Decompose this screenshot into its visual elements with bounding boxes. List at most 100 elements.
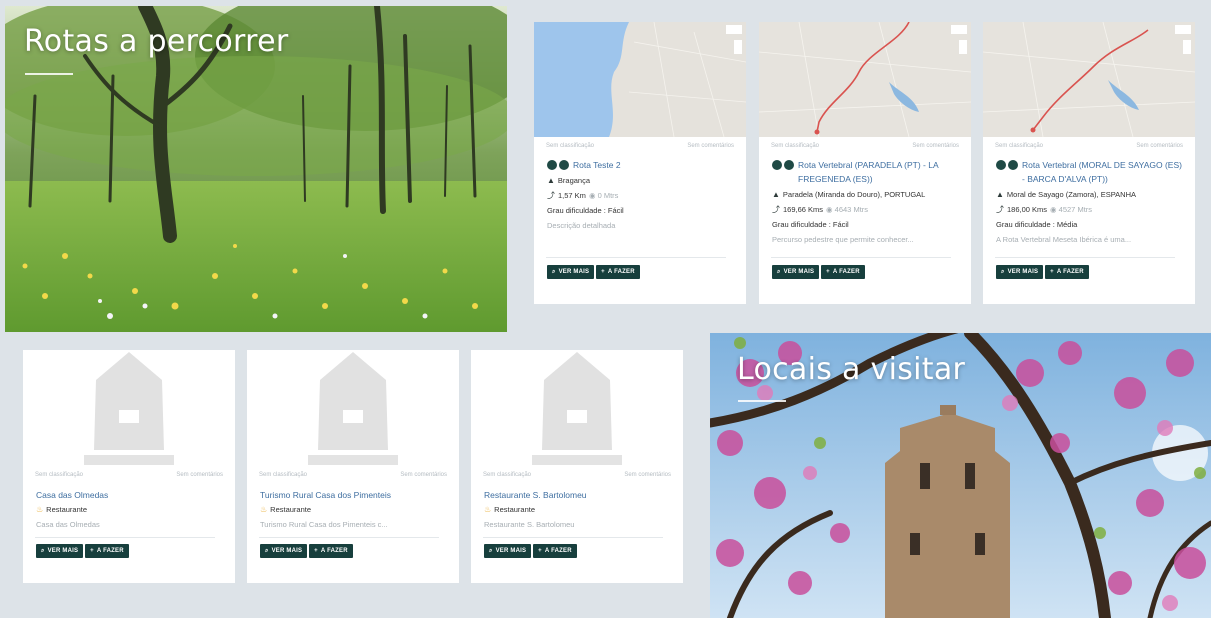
plus-icon: + bbox=[1050, 269, 1054, 275]
comments-status: Sem comentários bbox=[624, 472, 671, 478]
place-description: Restaurante S. Bartolomeu bbox=[484, 520, 575, 529]
search-icon: ⌕ bbox=[41, 547, 45, 554]
view-more-button[interactable]: ⌕ VER MAIS bbox=[996, 265, 1044, 279]
card-meta: Sem classificação Sem comentários bbox=[995, 143, 1183, 149]
route-difficulty: Grau dificuldade : Média bbox=[996, 220, 1078, 229]
places-title-underline bbox=[738, 400, 786, 402]
search-icon: ⌕ bbox=[1001, 268, 1005, 275]
route-description: Percurso pedestre que permite conhecer..… bbox=[772, 235, 914, 244]
walk-icon bbox=[547, 160, 557, 170]
route-icon: ⤴ bbox=[996, 205, 1004, 214]
route-altitude: 4643 Mtrs bbox=[834, 205, 869, 214]
view-more-button[interactable]: ⌕ VER MAIS bbox=[484, 544, 532, 558]
walk-icon bbox=[772, 160, 782, 170]
place-title-link[interactable]: Turismo Rural Casa dos Pimenteis bbox=[260, 488, 447, 502]
route-map[interactable] bbox=[983, 22, 1195, 137]
rating-status: Sem classificação bbox=[259, 472, 308, 478]
bike-icon bbox=[559, 160, 569, 170]
comments-status: Sem comentários bbox=[176, 472, 223, 478]
route-card[interactable]: Sem classificação Sem comentários Rota T… bbox=[534, 22, 746, 304]
route-location: Paradela (Miranda do Douro), PORTUGAL bbox=[782, 190, 926, 199]
plus-icon: + bbox=[90, 548, 94, 554]
rating-status: Sem classificação bbox=[35, 472, 84, 478]
comments-status: Sem comentários bbox=[912, 143, 959, 149]
card-meta: Sem classificação Sem comentários bbox=[483, 472, 671, 478]
routes-title-underline bbox=[25, 73, 73, 75]
altitude-icon: ◉ bbox=[1050, 205, 1057, 214]
altitude-icon: ◉ bbox=[588, 191, 596, 200]
plus-icon: + bbox=[538, 548, 542, 554]
place-category: Restaurante bbox=[494, 505, 536, 514]
card-divider bbox=[483, 537, 663, 538]
places-hero-image[interactable]: Locais a visitar bbox=[710, 333, 1211, 618]
view-more-button[interactable]: ⌕ VER MAIS bbox=[260, 544, 308, 558]
place-description: Turismo Rural Casa dos Pimenteis c... bbox=[260, 520, 388, 529]
place-card[interactable]: Sem classificação Sem comentários Restau… bbox=[471, 350, 683, 583]
route-map[interactable] bbox=[534, 22, 746, 137]
route-icon: ⤴ bbox=[547, 191, 555, 200]
add-todo-button[interactable]: + A FAZER bbox=[309, 544, 353, 558]
placeholder-bar bbox=[84, 455, 174, 465]
place-description: Casa das Olmedas bbox=[36, 520, 100, 529]
search-icon: ⌕ bbox=[265, 547, 269, 554]
add-todo-button[interactable]: + A FAZER bbox=[85, 544, 129, 558]
bike-icon bbox=[784, 160, 794, 170]
place-title-link[interactable]: Restaurante S. Bartolomeu bbox=[484, 488, 671, 502]
map-thumbnail bbox=[983, 22, 1195, 137]
place-card[interactable]: Sem classificação Sem comentários Turism… bbox=[247, 350, 459, 583]
place-title-link[interactable]: Casa das Olmedas bbox=[36, 488, 223, 502]
card-divider bbox=[995, 257, 1175, 258]
route-difficulty: Grau dificuldade : Fácil bbox=[547, 206, 624, 215]
route-location: Moral de Sayago (Zamora), ESPANHA bbox=[1006, 190, 1136, 199]
place-card[interactable]: Sem classificação Sem comentários Casa d… bbox=[23, 350, 235, 583]
placeholder-bar bbox=[532, 455, 622, 465]
bike-icon bbox=[1008, 160, 1018, 170]
walk-icon bbox=[996, 160, 1006, 170]
route-location: Bragança bbox=[557, 176, 591, 185]
restaurant-icon: ♨ bbox=[36, 505, 44, 514]
route-description: A Rota Vertebral Meseta Ibérica é uma... bbox=[996, 235, 1132, 244]
add-todo-button[interactable]: + A FAZER bbox=[821, 265, 865, 279]
image-placeholder-icon bbox=[542, 352, 612, 450]
card-meta: Sem classificação Sem comentários bbox=[771, 143, 959, 149]
restaurant-icon: ♨ bbox=[484, 505, 492, 514]
card-divider bbox=[546, 257, 726, 258]
image-placeholder-icon bbox=[318, 352, 388, 450]
placeholder-bar bbox=[308, 455, 398, 465]
route-difficulty: Grau dificuldade : Fácil bbox=[772, 220, 849, 229]
search-icon: ⌕ bbox=[489, 547, 493, 554]
add-todo-button[interactable]: + A FAZER bbox=[1045, 265, 1089, 279]
map-thumbnail bbox=[534, 22, 746, 137]
route-title[interactable]: Rota Teste 2 bbox=[573, 158, 621, 172]
view-more-button[interactable]: ⌕ VER MAIS bbox=[547, 265, 595, 279]
card-divider bbox=[259, 537, 439, 538]
rating-status: Sem classificação bbox=[483, 472, 532, 478]
routes-hero-image[interactable]: Rotas a percorrer bbox=[5, 6, 507, 332]
route-card[interactable]: Sem classificação Sem comentários Rota V… bbox=[983, 22, 1195, 304]
add-todo-button[interactable]: + A FAZER bbox=[533, 544, 577, 558]
route-title[interactable]: Rota Vertebral (MORAL DE SAYAGO (ES) - B… bbox=[1022, 158, 1183, 186]
route-title-link[interactable]: Rota Teste 2 bbox=[547, 158, 734, 172]
route-altitude: 0 Mtrs bbox=[597, 191, 619, 200]
image-placeholder-icon bbox=[94, 352, 164, 450]
route-card[interactable]: Sem classificação Sem comentários Rota V… bbox=[759, 22, 971, 304]
card-meta: Sem classificação Sem comentários bbox=[546, 143, 734, 149]
search-icon: ⌕ bbox=[552, 268, 556, 275]
add-todo-button[interactable]: + A FAZER bbox=[596, 265, 640, 279]
route-title-link[interactable]: Rota Vertebral (MORAL DE SAYAGO (ES) - B… bbox=[996, 158, 1183, 186]
route-title-link[interactable]: Rota Vertebral (PARADELA (PT) - LA FREGE… bbox=[772, 158, 959, 186]
route-distance: 169,66 Kms bbox=[783, 205, 824, 214]
search-icon: ⌕ bbox=[777, 268, 781, 275]
rating-status: Sem classificação bbox=[771, 143, 820, 149]
view-more-button[interactable]: ⌕ VER MAIS bbox=[772, 265, 820, 279]
map-thumbnail bbox=[759, 22, 971, 137]
place-category: Restaurante bbox=[46, 505, 88, 514]
mountain-icon: ▲ bbox=[996, 190, 1004, 199]
view-more-button[interactable]: ⌕ VER MAIS bbox=[36, 544, 84, 558]
route-title[interactable]: Rota Vertebral (PARADELA (PT) - LA FREGE… bbox=[798, 158, 959, 186]
route-map[interactable] bbox=[759, 22, 971, 137]
card-meta: Sem classificação Sem comentários bbox=[259, 472, 447, 478]
places-section-title: Locais a visitar bbox=[737, 352, 966, 387]
route-distance: 1,57 Km bbox=[558, 191, 586, 200]
comments-status: Sem comentários bbox=[687, 143, 734, 149]
